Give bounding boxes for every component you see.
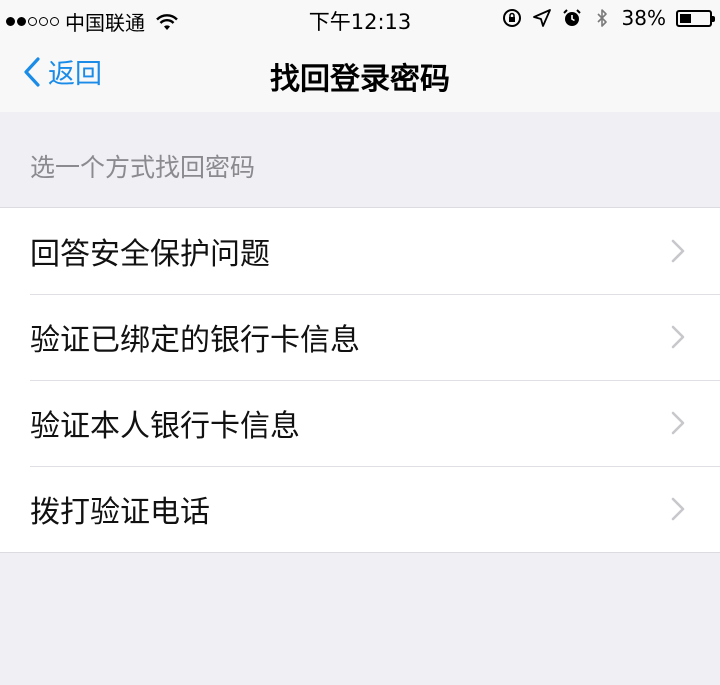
option-security-questions[interactable]: 回答安全保护问题	[0, 208, 720, 294]
option-label: 拨打验证电话	[30, 495, 210, 530]
bluetooth-icon	[596, 9, 607, 27]
option-bound-bank-card[interactable]: 验证已绑定的银行卡信息	[0, 294, 720, 380]
orientation-lock-icon	[502, 9, 521, 27]
chevron-right-icon	[671, 497, 685, 521]
alarm-icon	[562, 9, 581, 26]
top-bar: 中国联通 下午12:13 38% 返回 找回登录密码	[0, 0, 720, 112]
status-right: 38%	[502, 6, 715, 30]
battery-percent: 38%	[621, 6, 666, 30]
recovery-options-list: 回答安全保护问题 验证已绑定的银行卡信息 验证本人银行卡信息 拨打验证电话	[0, 207, 720, 553]
chevron-right-icon	[671, 411, 685, 435]
section-header: 选一个方式找回密码	[30, 153, 256, 182]
option-label: 回答安全保护问题	[30, 237, 270, 272]
option-verification-call[interactable]: 拨打验证电话	[0, 466, 720, 552]
chevron-right-icon	[671, 325, 685, 349]
status-bar: 中国联通 下午12:13 38%	[0, 0, 720, 38]
navigation-bar: 返回 找回登录密码	[0, 38, 720, 112]
option-label: 验证已绑定的银行卡信息	[30, 323, 360, 358]
option-label: 验证本人银行卡信息	[30, 409, 300, 444]
location-icon	[532, 9, 551, 27]
battery-fill	[680, 13, 691, 23]
chevron-right-icon	[671, 239, 685, 263]
battery-icon	[676, 9, 715, 27]
option-own-bank-card[interactable]: 验证本人银行卡信息	[0, 380, 720, 466]
page-title: 找回登录密码	[270, 62, 450, 97]
